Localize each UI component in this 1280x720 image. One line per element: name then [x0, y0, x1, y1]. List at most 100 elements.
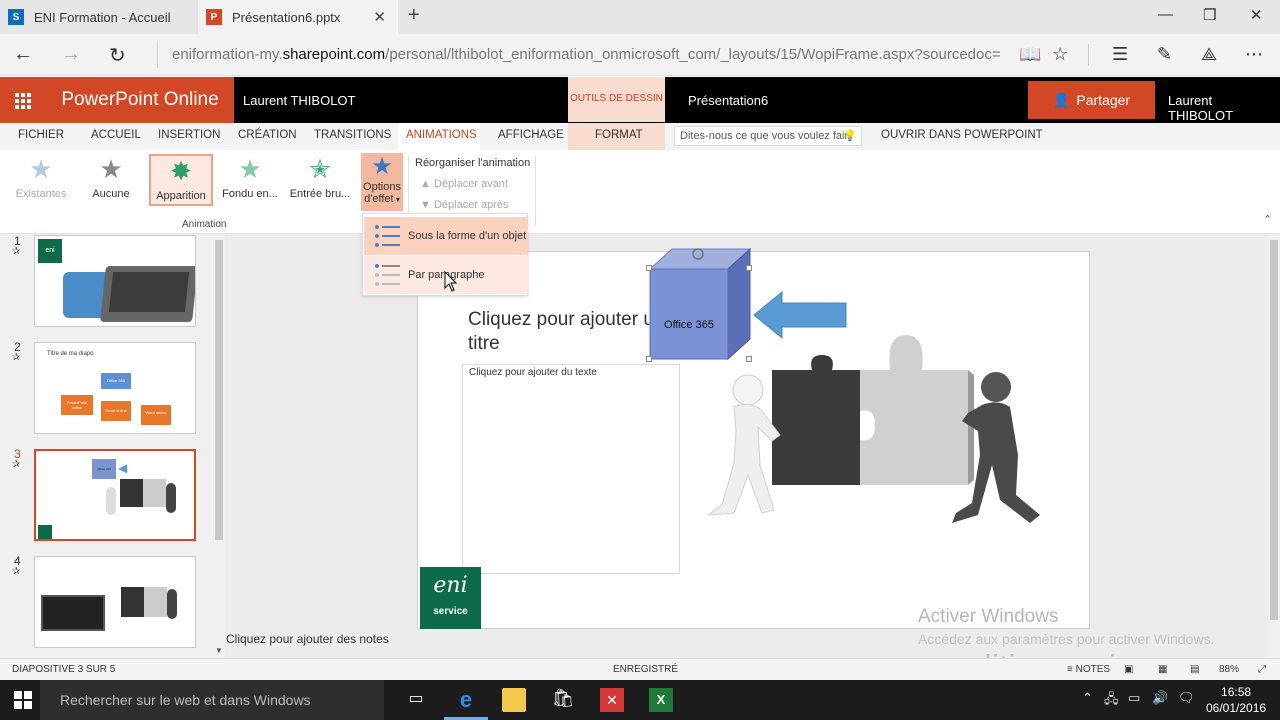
tab-insertion[interactable]: INSERTION: [158, 129, 220, 141]
share-button[interactable]: 👤 Partager: [1028, 81, 1155, 119]
tab-affichage[interactable]: AFFICHAGE: [498, 129, 564, 141]
taskbar-search[interactable]: Rechercher sur le web et dans Windows: [40, 680, 384, 720]
tab-animations[interactable]: ANIMATIONS: [406, 129, 477, 141]
app-red-icon[interactable]: ✕: [600, 688, 624, 712]
file-name[interactable]: Présentation6: [688, 93, 768, 108]
tab-creation[interactable]: CRÉATION: [238, 129, 297, 141]
minimize-button[interactable]: —: [1158, 6, 1173, 23]
tab-fichier[interactable]: FICHIER: [18, 129, 64, 141]
new-tab-button[interactable]: +: [408, 4, 420, 27]
zoom-level[interactable]: 88%: [1219, 664, 1239, 675]
anim-fondu[interactable]: ★ Fondu en...: [218, 154, 282, 206]
zoom-fit-icon[interactable]: ⤢: [1258, 664, 1266, 675]
mouse-cursor-icon: [444, 271, 458, 292]
open-in-powerpoint[interactable]: OUVRIR DANS POWERPOINT: [881, 129, 1043, 141]
volume-icon[interactable]: 🔊: [1152, 690, 1168, 706]
move-later-label: Déplacer après: [433, 199, 509, 211]
tab-format[interactable]: FORMAT: [595, 129, 643, 141]
star-icon: ★: [99, 154, 123, 184]
triangle-down-icon: ▼: [420, 199, 434, 211]
thumb-arrow-icon: ◀: [118, 461, 128, 475]
slide-thumbnail-3[interactable]: Office 365 ◀: [34, 449, 196, 541]
tab-accueil[interactable]: ACCUEIL: [91, 129, 141, 141]
slide-thumbnail-1[interactable]: eni: [34, 235, 196, 327]
task-view-icon[interactable]: ▭: [404, 688, 428, 712]
app-name[interactable]: PowerPoint Online: [46, 77, 234, 123]
browser-tab-pptx[interactable]: P Présentation6.pptx ✕: [198, 0, 398, 34]
canvas-scroll-thumb[interactable]: [1270, 240, 1278, 620]
effect-options-button[interactable]: ★ Options d'effet ▾: [361, 153, 403, 211]
tell-me-input[interactable]: Dites-nous ce que vous voulez fair 💡: [674, 126, 862, 146]
slide-thumbnail-2[interactable]: Titre de ma diapo Office 365 PowerPoint …: [34, 342, 196, 434]
restore-button[interactable]: ❐: [1203, 6, 1216, 24]
edge-icon[interactable]: e: [454, 688, 478, 712]
battery-icon[interactable]: ▭: [1128, 690, 1140, 706]
move-later-button[interactable]: ▼ Déplacer après: [420, 199, 509, 211]
hub-icon[interactable]: ☰: [1112, 44, 1128, 65]
selection-handle[interactable]: [746, 265, 752, 271]
anim-existantes[interactable]: ★ Existantes: [9, 154, 73, 206]
animation-star-icon: ✰: [12, 459, 21, 470]
eni-service-logo: eni service: [420, 567, 481, 629]
anim-aucune[interactable]: ★ Aucune: [79, 154, 143, 206]
tab-label: ENI Formation - Accueil: [34, 9, 171, 25]
thumb-box: PowerPoint online: [61, 395, 93, 415]
share-icon[interactable]: ⟁: [1201, 44, 1217, 65]
excel-icon[interactable]: X: [649, 688, 673, 712]
account-name[interactable]: Laurent THIBOLOT: [1168, 93, 1280, 123]
normal-view-icon[interactable]: ▣: [1124, 664, 1133, 675]
thumb-box: Word online: [141, 405, 171, 425]
slide-sorter-icon[interactable]: ▦: [1158, 664, 1167, 675]
slide-thumbnail-4[interactable]: [34, 556, 196, 648]
url-suffix: /personal/lthibolot_eniformation_onmicro…: [385, 46, 1001, 63]
close-tab-icon[interactable]: ✕: [373, 8, 386, 26]
add-person-icon: 👤: [1052, 91, 1071, 108]
notes-placeholder[interactable]: Cliquez pour ajouter des notes: [226, 632, 389, 646]
store-icon[interactable]: 🛍: [551, 688, 575, 712]
web-note-icon[interactable]: ✎: [1157, 44, 1172, 65]
star-icon: ★: [29, 154, 53, 184]
notification-icon[interactable]: 🗨: [1178, 690, 1195, 706]
tab-transitions[interactable]: TRANSITIONS: [314, 129, 391, 141]
notes-label: NOTES: [1075, 664, 1111, 675]
selection-handle[interactable]: [646, 356, 652, 362]
eni-logo-small: eni: [38, 239, 62, 263]
slide-pane-scroll-thumb[interactable]: [215, 240, 223, 540]
anim-label: Fondu en...: [222, 188, 278, 200]
refresh-icon[interactable]: ↻: [109, 43, 126, 68]
url-prefix: eniformation-my.: [172, 46, 283, 63]
forward-arrow-icon[interactable]: →: [61, 43, 81, 66]
selection-handle[interactable]: [646, 265, 652, 271]
address-divider: [157, 42, 158, 68]
collapse-ribbon-icon[interactable]: ⌃: [1263, 213, 1272, 226]
thumb-cube: Office 365: [92, 459, 116, 479]
anim-apparition[interactable]: ✸ Apparition: [149, 154, 213, 206]
app-launcher-icon[interactable]: [0, 77, 46, 123]
network-icon[interactable]: 🖧: [1104, 690, 1119, 712]
thumb-figure: [166, 483, 176, 513]
move-earlier-button[interactable]: ▲ Déplacer avant: [420, 178, 508, 190]
tray-chevron-icon[interactable]: ⌃: [1082, 690, 1093, 706]
more-icon[interactable]: ⋯: [1245, 44, 1263, 65]
url-field[interactable]: eniformation-my.sharepoint.com/personal/…: [172, 46, 1002, 63]
menu-item-as-one-object[interactable]: Sous la forme d'un objet: [364, 217, 528, 255]
back-arrow-icon[interactable]: ←: [13, 43, 33, 66]
scroll-down-arrow-icon[interactable]: ▼: [215, 646, 223, 655]
logo-text: eni: [433, 573, 468, 598]
reading-view-icon[interactable]: 📖: [1019, 44, 1041, 65]
owner-name[interactable]: Laurent THIBOLOT: [243, 93, 355, 108]
share-label: Partager: [1076, 92, 1131, 108]
reading-view-icon[interactable]: ▤: [1190, 664, 1199, 675]
favorite-star-icon[interactable]: ☆: [1052, 44, 1068, 65]
anim-entree[interactable]: ✭ Entrée bru...: [288, 154, 352, 206]
tab-label: Présentation6.pptx: [232, 9, 341, 25]
taskbar-clock[interactable]: 16:58 06/01/2016: [1206, 684, 1266, 716]
body-placeholder[interactable]: Cliquez pour ajouter du texte: [462, 364, 680, 574]
file-explorer-icon[interactable]: [502, 688, 526, 712]
notes-toggle[interactable]: ≡ NOTES: [1067, 664, 1110, 675]
windows-start-icon[interactable]: [14, 691, 32, 709]
puzzle-figures-image[interactable]: [700, 335, 1050, 535]
close-window-button[interactable]: ✕: [1250, 6, 1263, 24]
browser-tab-eni[interactable]: S ENI Formation - Accueil: [0, 0, 198, 34]
blue-arrow-shape[interactable]: [752, 290, 848, 340]
